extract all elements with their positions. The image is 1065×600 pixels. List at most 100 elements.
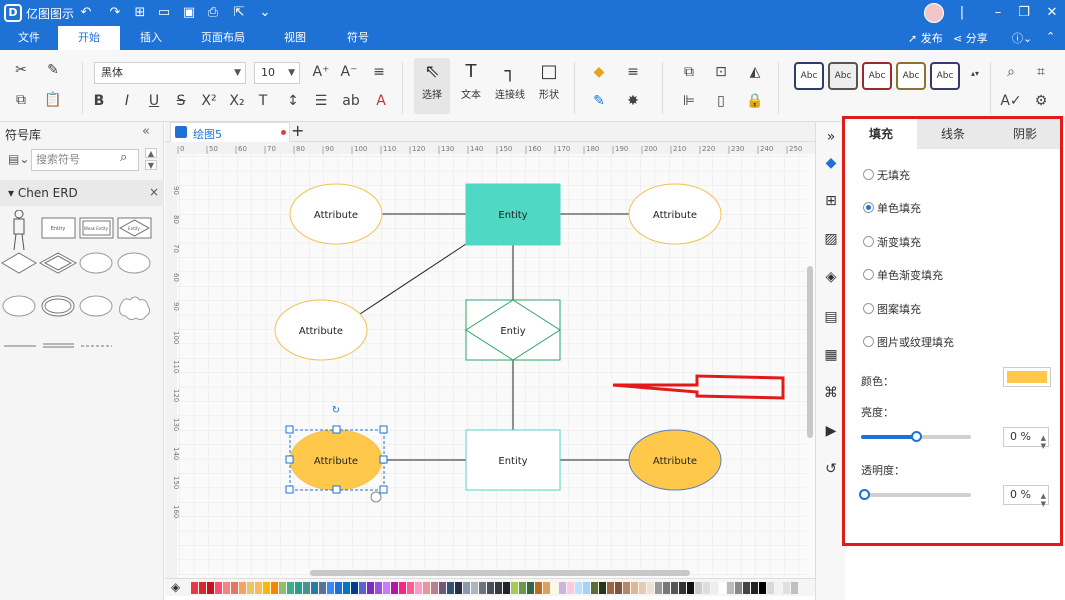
palette-swatch[interactable] — [383, 582, 390, 594]
palette-swatch[interactable] — [743, 582, 750, 594]
palette-swatch[interactable] — [407, 582, 414, 594]
avatar[interactable] — [924, 3, 944, 23]
text-highlight-icon[interactable]: ab — [340, 91, 362, 111]
tab-insert[interactable]: 插入 — [120, 26, 182, 50]
associative-entity-shape[interactable]: Entity — [117, 217, 152, 239]
group-icon[interactable]: ⊡ — [710, 62, 732, 82]
size-icon[interactable]: ▯ — [710, 91, 732, 111]
weak-key-attribute-shape[interactable] — [79, 295, 113, 317]
radio-button[interactable] — [863, 303, 874, 314]
radio-button[interactable] — [863, 169, 874, 180]
tab-shadow[interactable]: 阴影 — [989, 119, 1061, 149]
palette-swatch[interactable] — [271, 582, 278, 594]
vertical-scrollbar[interactable] — [807, 266, 813, 438]
multivalued-attribute-shape[interactable] — [41, 295, 75, 317]
weak-entity-shape[interactable]: Weak Entity — [79, 217, 114, 239]
palette-swatch[interactable] — [695, 582, 702, 594]
palette-swatch[interactable] — [439, 582, 446, 594]
palette-swatch[interactable] — [319, 582, 326, 594]
print-icon[interactable]: ⎙ — [204, 4, 222, 22]
palette-swatch[interactable] — [551, 582, 558, 594]
entity-node[interactable]: Entity — [465, 183, 561, 246]
strikethrough-icon[interactable]: S — [170, 91, 192, 111]
palette-swatch[interactable] — [767, 582, 774, 594]
attribute-shape[interactable] — [79, 252, 113, 274]
palette-swatch[interactable] — [455, 582, 462, 594]
history-icon[interactable]: ↺ — [822, 460, 840, 478]
palette-swatch[interactable] — [495, 582, 502, 594]
save-icon[interactable]: ▣ — [180, 4, 198, 22]
palette-swatch[interactable] — [607, 582, 614, 594]
palette-swatch[interactable] — [631, 582, 638, 594]
attribute-node[interactable]: Attribute — [628, 429, 722, 491]
layers-icon[interactable]: ◈ — [822, 268, 840, 286]
close-library-icon[interactable]: × — [149, 185, 159, 199]
palette-swatch[interactable] — [479, 582, 486, 594]
copy-icon[interactable]: ⧉ — [10, 90, 32, 110]
palette-swatch[interactable] — [447, 582, 454, 594]
palette-swatch[interactable] — [591, 582, 598, 594]
text-tool-button[interactable]: T 文本 — [453, 58, 489, 114]
tab-fill[interactable]: 填充 — [845, 119, 917, 149]
palette-swatch[interactable] — [327, 582, 334, 594]
palette-swatch[interactable] — [527, 582, 534, 594]
palette-swatch[interactable] — [655, 582, 662, 594]
font-color-icon[interactable]: A — [370, 91, 392, 111]
radio-button[interactable] — [863, 336, 874, 347]
page-icon[interactable]: ▤ — [822, 308, 840, 326]
palette-swatch[interactable] — [287, 582, 294, 594]
gallery-scroll-icon[interactable]: ▴▾ — [964, 64, 986, 84]
lock-icon[interactable]: 🔒 — [744, 91, 766, 111]
export-icon[interactable]: ⇱ — [230, 4, 248, 22]
palette-swatch[interactable] — [783, 582, 790, 594]
palette-swatch[interactable] — [239, 582, 246, 594]
crop-icon[interactable]: ⌗ — [1030, 62, 1052, 82]
fill-bucket-icon[interactable]: ◈ — [171, 580, 180, 594]
palette-swatch[interactable] — [335, 582, 342, 594]
arrange-icon[interactable]: ⧉ — [678, 62, 700, 82]
font-size-select[interactable]: 10 ▼ — [254, 62, 300, 84]
align-objects-icon[interactable]: ⊫ — [678, 91, 700, 111]
publish-button[interactable]: ➚ 发布 — [908, 30, 943, 46]
maximize-icon[interactable]: ❐ — [1014, 3, 1034, 23]
tab-file[interactable]: 文件 — [0, 26, 58, 50]
selected-attribute-node[interactable]: Attribute — [289, 429, 383, 491]
palette-swatch[interactable] — [791, 582, 798, 594]
style-preset-2[interactable]: Abc — [828, 62, 858, 90]
minimize-icon[interactable]: – — [988, 3, 1008, 23]
format-painter-icon[interactable]: ✎ — [42, 60, 64, 80]
image-icon[interactable]: ▨ — [822, 230, 840, 248]
redo-icon[interactable]: ↷ — [106, 4, 124, 22]
palette-swatch[interactable] — [279, 582, 286, 594]
palette-swatch[interactable] — [255, 582, 262, 594]
relationship-shape[interactable] — [1, 252, 37, 274]
cut-icon[interactable]: ✂ — [10, 60, 32, 80]
library-header[interactable]: ▾ Chen ERD × — [0, 180, 164, 206]
palette-swatch[interactable] — [775, 582, 782, 594]
bullet-list-icon[interactable]: ☰ — [310, 91, 332, 111]
connector-tool-button[interactable]: ┐ 连接线 — [492, 58, 528, 114]
relationship-node[interactable]: Entiy — [465, 299, 561, 361]
open-folder-icon[interactable]: ▭ — [155, 4, 173, 22]
entity-node[interactable]: Entity — [465, 429, 561, 491]
palette-swatch[interactable] — [503, 582, 510, 594]
search-icon[interactable]: ⌕ — [120, 150, 127, 165]
palette-swatch[interactable] — [711, 582, 718, 594]
drawing-canvas[interactable]: 0 50 60 70 80 90 100 110 120 130 140 150 160 170 180 19… — [165, 142, 815, 580]
subscript-icon[interactable]: X₂ — [226, 91, 248, 111]
color-picker-button[interactable] — [1003, 367, 1051, 387]
underline-icon[interactable]: U — [143, 91, 165, 111]
style-preset-4[interactable]: Abc — [896, 62, 926, 90]
line-style-icon[interactable]: ≡ — [622, 62, 644, 82]
palette-swatch[interactable] — [679, 582, 686, 594]
palette-swatch[interactable] — [359, 582, 366, 594]
line-color-icon[interactable]: ✎ — [588, 91, 610, 111]
palette-swatch[interactable] — [215, 582, 222, 594]
palette-swatch[interactable] — [231, 582, 238, 594]
palette-swatch[interactable] — [399, 582, 406, 594]
decrease-font-icon[interactable]: A⁻ — [338, 62, 360, 82]
align-icon[interactable]: ≡ — [368, 62, 390, 82]
palette-swatch[interactable] — [559, 582, 566, 594]
italic-icon[interactable]: I — [116, 91, 138, 111]
palette-swatch[interactable] — [615, 582, 622, 594]
